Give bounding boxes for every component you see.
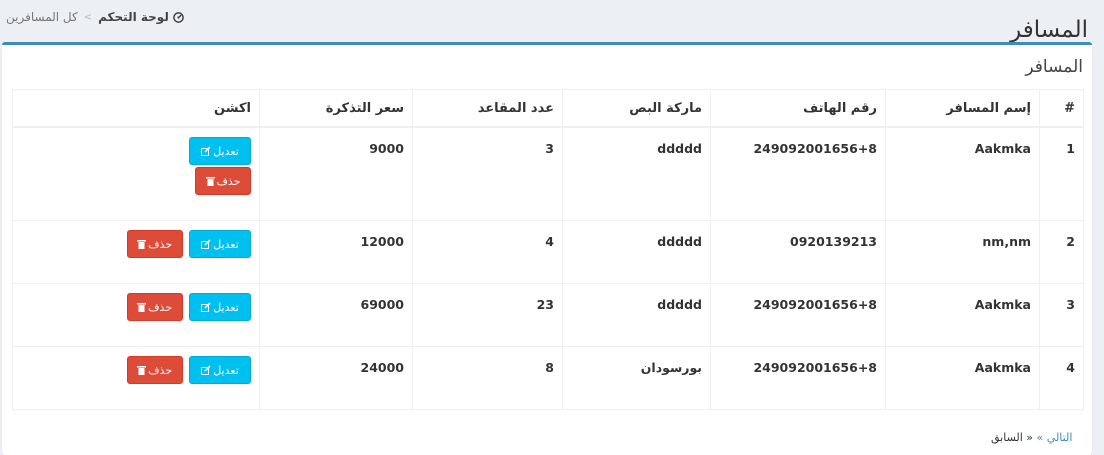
- pagination-prev[interactable]: « السابق: [991, 431, 1033, 444]
- delete-button[interactable]: حذف: [126, 230, 183, 258]
- box-title: المسافر: [1025, 57, 1083, 77]
- table-row: 4 Aakmka 249092001656+8 بورسودان 8 24000…: [12, 346, 1084, 410]
- breadcrumb-home-label: لوحة التحكم: [98, 10, 169, 24]
- cell-price: 12000: [259, 220, 413, 284]
- edit-button[interactable]: تعديل: [189, 293, 251, 321]
- delete-button[interactable]: حذف: [126, 293, 183, 321]
- cell-seats: 8: [412, 346, 563, 410]
- trash-icon: [137, 365, 147, 375]
- breadcrumb-current: كل المسافرين: [6, 10, 78, 24]
- dashboard-icon: [173, 11, 184, 23]
- cell-bus: ddddd: [562, 126, 711, 221]
- edit-button[interactable]: تعديل: [189, 356, 251, 384]
- column-header-seats: عدد المقاعد: [412, 89, 563, 128]
- edit-icon: [201, 146, 211, 156]
- delete-button-label: حذف: [148, 237, 173, 251]
- delete-button-label: حذف: [216, 174, 241, 188]
- cell-name: nm,nm: [885, 220, 1040, 284]
- delete-button[interactable]: حذف: [195, 167, 251, 195]
- column-header-price: سعر التذكرة: [259, 89, 413, 128]
- cell-name: Aakmka: [885, 346, 1040, 410]
- column-header-bus: ماركة البص: [562, 89, 711, 128]
- cell-bus: ddddd: [562, 220, 711, 284]
- trash-icon: [137, 239, 147, 249]
- column-header-action: اكشن: [12, 89, 260, 128]
- trash-icon: [205, 176, 215, 186]
- cell-name: Aakmka: [885, 283, 1040, 347]
- cell-price: 24000: [259, 346, 413, 410]
- edit-button[interactable]: تعديل: [189, 137, 251, 165]
- cell-seats: 23: [412, 283, 563, 347]
- cell-number: 4: [1039, 346, 1084, 410]
- passengers-table: # إسم المسافر رقم الهاتف ماركة البص عدد …: [12, 89, 1084, 410]
- pagination-next[interactable]: التالي »: [1037, 431, 1073, 444]
- delete-button[interactable]: حذف: [126, 356, 183, 384]
- cell-seats: 3: [412, 126, 563, 221]
- edit-icon: [201, 365, 211, 375]
- cell-seats: 4: [412, 220, 563, 284]
- cell-phone: 249092001656+8: [710, 346, 886, 410]
- cell-number: 3: [1039, 283, 1084, 347]
- edit-button-label: تعديل: [213, 300, 239, 314]
- cell-phone: 0920139213: [710, 220, 886, 284]
- cell-phone: 249092001656+8: [710, 283, 886, 347]
- table-row: 2 nm,nm 0920139213 ddddd 4 12000 حذف تعد…: [12, 220, 1084, 284]
- edit-button-label: تعديل: [213, 237, 239, 251]
- cell-price: 69000: [259, 283, 413, 347]
- edit-icon: [201, 239, 211, 249]
- cell-actions: حذف تعديل: [12, 283, 260, 347]
- pagination: التالي » « السابق: [991, 431, 1072, 444]
- cell-phone: 249092001656+8: [710, 126, 886, 221]
- cell-actions: حذف تعديل: [12, 346, 260, 410]
- edit-button-label: تعديل: [213, 144, 239, 158]
- edit-button-label: تعديل: [213, 363, 239, 377]
- cell-actions: حذف تعديل: [12, 220, 260, 284]
- table-header-row: # إسم المسافر رقم الهاتف ماركة البص عدد …: [12, 89, 1084, 128]
- edit-button[interactable]: تعديل: [189, 230, 251, 258]
- column-header-number: #: [1039, 89, 1084, 128]
- delete-button-label: حذف: [148, 363, 173, 377]
- cell-bus: ddddd: [562, 283, 711, 347]
- cell-bus: بورسودان: [562, 346, 711, 410]
- cell-number: 1: [1039, 126, 1084, 221]
- page-title: المسافر: [1010, 17, 1088, 44]
- cell-price: 9000: [259, 126, 413, 221]
- breadcrumb-home[interactable]: لوحة التحكم: [98, 10, 184, 24]
- breadcrumb: لوحة التحكم > كل المسافرين: [6, 10, 184, 24]
- trash-icon: [137, 302, 147, 312]
- cell-name: Aakmka: [885, 126, 1040, 221]
- cell-actions: تعديل حذف: [12, 126, 260, 221]
- column-header-phone: رقم الهاتف: [710, 89, 886, 128]
- cell-number: 2: [1039, 220, 1084, 284]
- table-row: 1 Aakmka 249092001656+8 ddddd 3 9000 تعد…: [12, 126, 1084, 221]
- edit-icon: [201, 302, 211, 312]
- column-header-name: إسم المسافر: [885, 89, 1040, 128]
- content-header: المسافر لوحة التحكم > كل المسافرين: [0, 0, 1104, 44]
- table-row: 3 Aakmka 249092001656+8 ddddd 23 69000 ح…: [12, 283, 1084, 347]
- breadcrumb-separator: >: [83, 11, 93, 23]
- delete-button-label: حذف: [148, 300, 173, 314]
- passengers-box: المسافر # إسم المسافر رقم الهاتف ماركة ا…: [2, 42, 1092, 455]
